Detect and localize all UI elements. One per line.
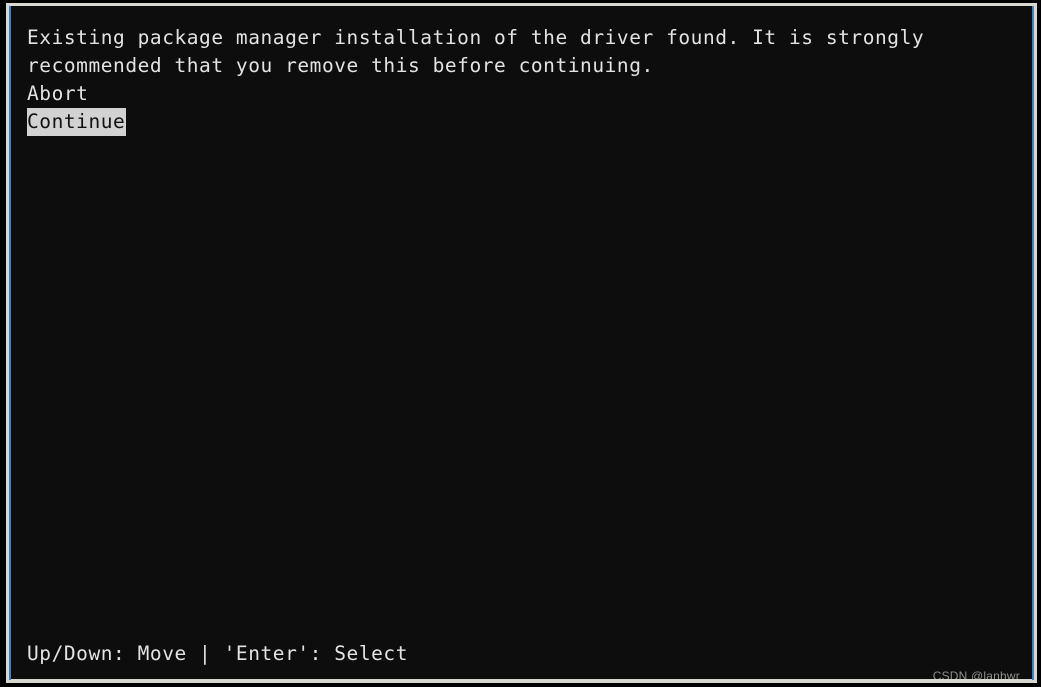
statusbar-hint: Up/Down: Move | 'Enter': Select	[27, 642, 408, 665]
window-border-bottom	[8, 679, 1037, 683]
window-border-accent-right	[1032, 6, 1034, 680]
window-border-right	[1034, 3, 1037, 683]
terminal-text-layer: Existing package manager installation of…	[27, 24, 1017, 136]
terminal-window: Existing package manager installation of…	[0, 0, 1041, 687]
csdn-watermark: CSDN @lanhwr	[932, 669, 1020, 679]
warning-message-line-2: recommended that you remove this before …	[27, 54, 654, 77]
warning-message-line-1: Existing package manager installation of…	[27, 26, 925, 49]
menu-item-continue[interactable]: Continue	[27, 108, 127, 136]
terminal-screen: Existing package manager installation of…	[11, 6, 1032, 679]
menu-item-abort[interactable]: Abort	[27, 80, 88, 108]
